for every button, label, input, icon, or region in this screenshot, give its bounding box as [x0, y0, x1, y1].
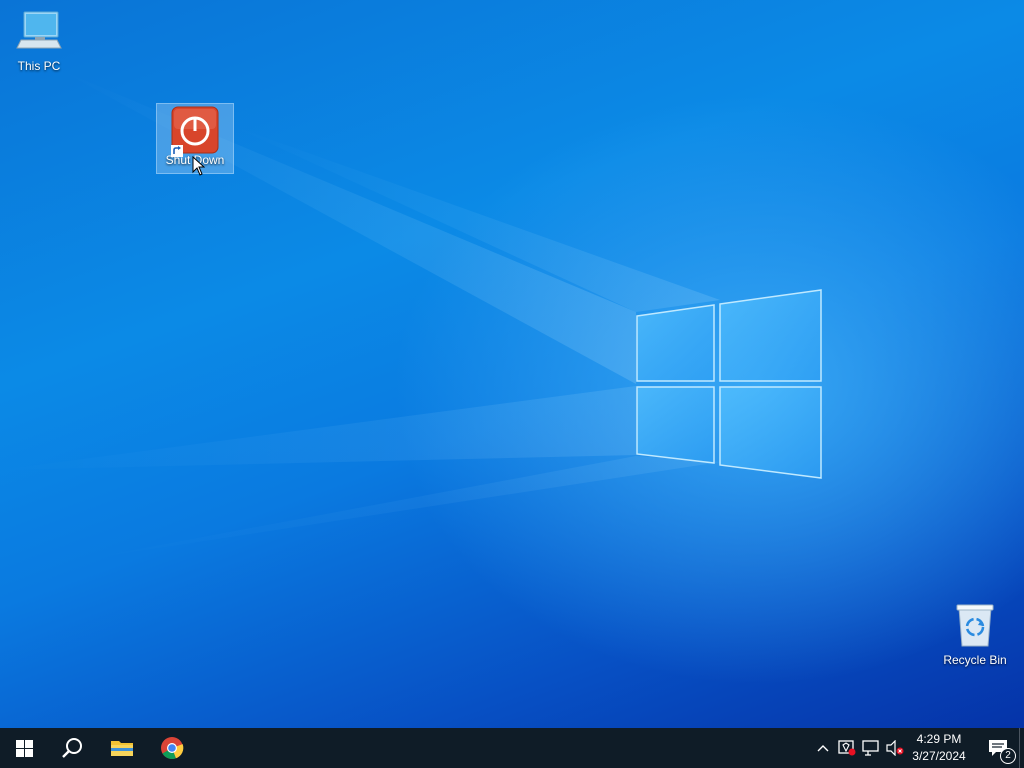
desktop[interactable]: This PC Shut Down Recycle Bin: [0, 0, 1024, 728]
search-icon: [62, 738, 82, 758]
clock-time: 4:29 PM: [916, 732, 962, 746]
taskbar: 4:29 PM 3/27/2024 2: [0, 728, 1024, 768]
mouse-cursor-icon: [192, 156, 205, 176]
volume-tray-button[interactable]: [884, 728, 906, 768]
chevron-up-icon: [817, 745, 829, 752]
this-pc-label: This PC: [17, 59, 61, 73]
recycle-bin-icon: [953, 604, 997, 651]
recycle-bin-label: Recycle Bin: [943, 653, 1007, 667]
volume-muted-icon: [886, 740, 904, 756]
this-pc-shortcut[interactable]: This PC: [1, 8, 77, 73]
file-explorer-button[interactable]: [98, 728, 146, 768]
shortcut-arrow-icon: [171, 145, 183, 157]
recycle-bin-shortcut[interactable]: Recycle Bin: [937, 602, 1013, 667]
folder-icon: [111, 741, 133, 756]
windows-logo-icon: [15, 739, 33, 757]
network-icon: [862, 740, 879, 756]
chrome-button[interactable]: [148, 728, 196, 768]
security-tray-button[interactable]: [836, 728, 858, 768]
security-icon: [838, 740, 856, 756]
computer-icon: [15, 11, 63, 57]
clock-date: 3/27/2024: [912, 749, 966, 763]
power-icon: [171, 106, 219, 157]
show-hidden-icons-button[interactable]: [812, 728, 834, 768]
clock[interactable]: 4:29 PM 3/27/2024: [906, 728, 972, 768]
search-button[interactable]: [48, 728, 96, 768]
action-center-button[interactable]: 2: [978, 728, 1018, 768]
notification-count-badge: 2: [1000, 748, 1016, 764]
wallpaper-logo: [0, 70, 822, 560]
chrome-icon: [161, 737, 184, 760]
start-button[interactable]: [0, 728, 48, 768]
network-tray-button[interactable]: [860, 728, 882, 768]
show-desktop-button[interactable]: [1019, 728, 1024, 768]
